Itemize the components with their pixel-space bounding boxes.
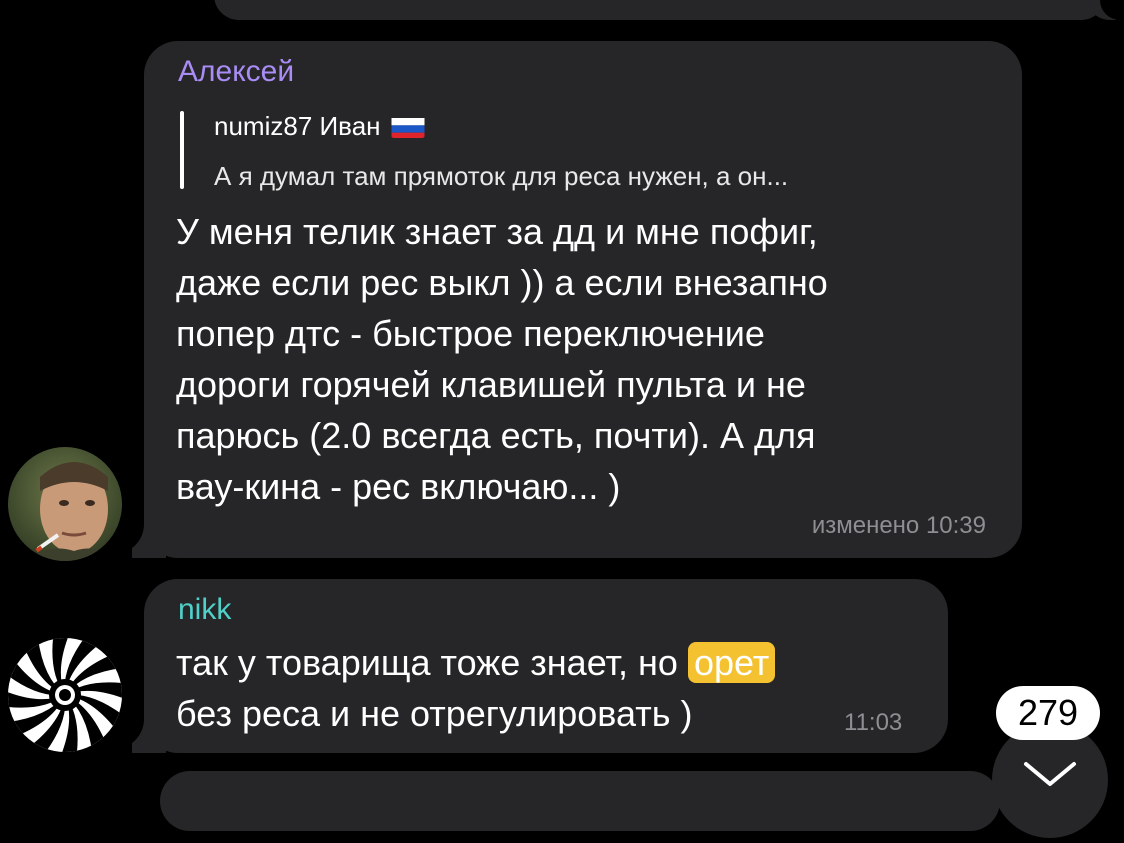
russia-flag-icon	[391, 116, 425, 138]
message-line: У меня телик знает за дд и мне пофиг,	[176, 211, 818, 252]
reply-bar	[180, 111, 184, 189]
message-text[interactable]: так у товарища тоже знает, но орет без р…	[176, 637, 776, 739]
reply-text[interactable]: А я думал там прямоток для реса нужен, а…	[214, 161, 788, 192]
message-bubble-aleksey[interactable]: Алексей numiz87 Иван А я думал там прямо…	[144, 41, 1022, 558]
message-line: даже если рес выкл )) а если внезапно	[176, 262, 828, 303]
message-line: парюсь (2.0 всегда есть, почти). А для	[176, 415, 816, 456]
unread-count-badge[interactable]: 279	[996, 686, 1100, 740]
search-highlight: орет	[687, 642, 776, 683]
next-message-bubble[interactable]	[160, 771, 1000, 831]
avatar-aleksey[interactable]	[8, 447, 122, 561]
message-line: дороги горячей клавишей пульта и не	[176, 364, 806, 405]
message-line: попер дтс - быстрое переключение	[176, 313, 765, 354]
reply-author[interactable]: numiz87 Иван	[214, 111, 425, 142]
previous-message-bubble[interactable]	[214, 0, 1106, 20]
message-line: так у товарища тоже знает, но орет	[176, 637, 776, 688]
message-line: без реса и не отрегулировать )	[176, 693, 693, 734]
message-bubble-nikk[interactable]: nikk так у товарища тоже знает, но орет …	[144, 579, 948, 753]
sender-name[interactable]: Алексей	[178, 55, 294, 89]
message-line: вау-кина - рес включаю... )	[176, 466, 621, 507]
sender-name[interactable]: nikk	[178, 593, 231, 627]
message-time: 11:03	[844, 709, 903, 736]
message-text[interactable]: У меня телик знает за дд и мне пофиг, да…	[176, 206, 828, 512]
avatar-nikk[interactable]	[8, 638, 122, 752]
message-meta: изменено 10:39	[811, 512, 986, 539]
